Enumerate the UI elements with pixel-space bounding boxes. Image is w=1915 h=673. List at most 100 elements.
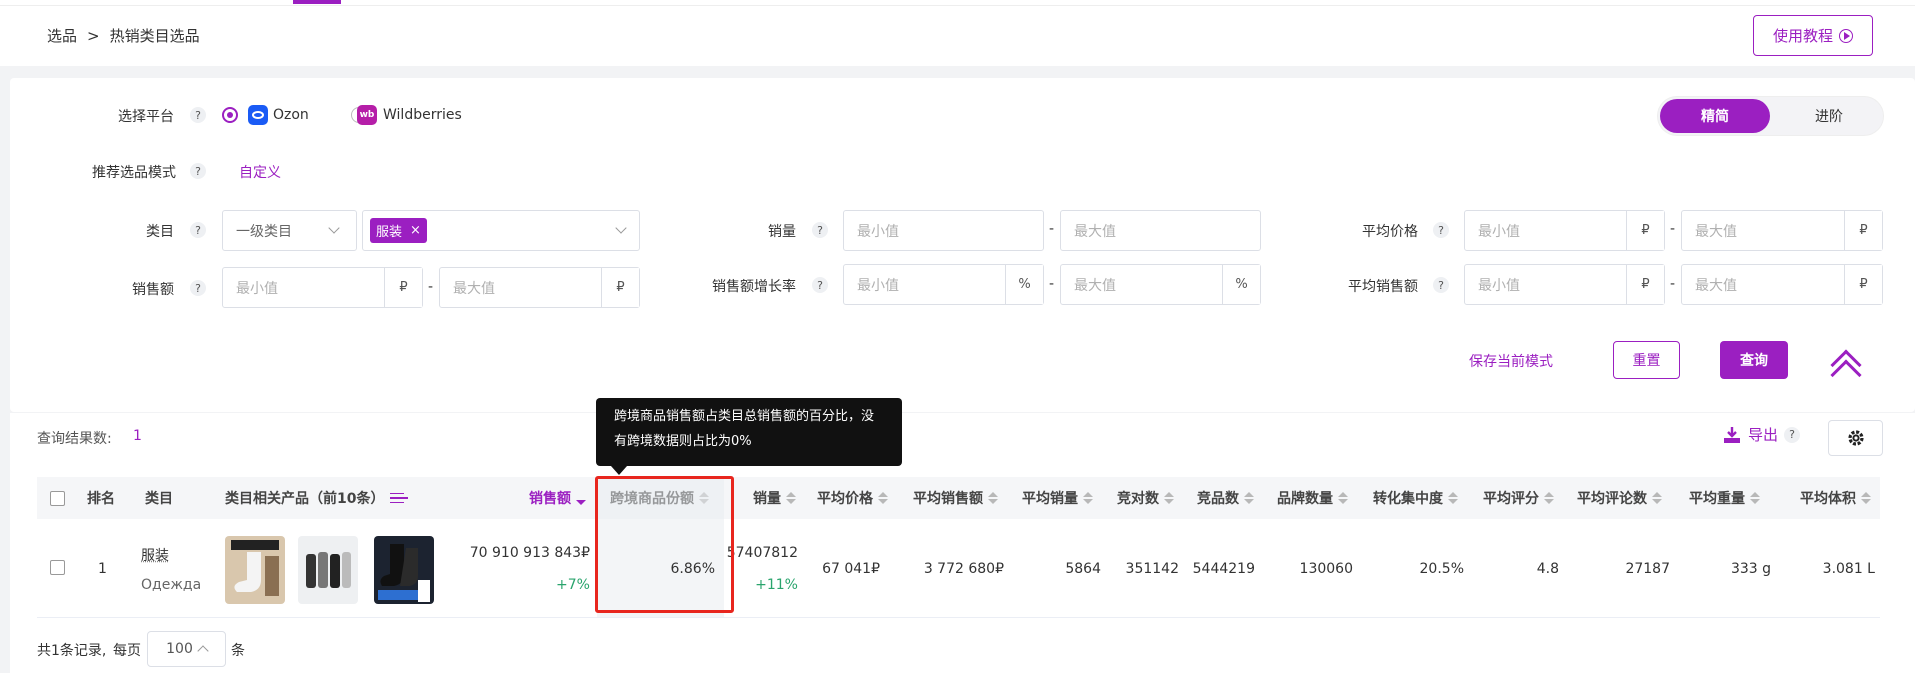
platform-label: 选择平台: [118, 109, 174, 125]
sort-icon[interactable]: [786, 492, 796, 504]
column-avg-volume[interactable]: 平均体积: [1800, 477, 1871, 519]
select-all-checkbox[interactable]: [50, 490, 65, 506]
table-header: 排名 类目 类目相关产品（前10条） 销售额 跨境商品份额 销量 平均价格 平均…: [37, 477, 1880, 519]
sort-icon[interactable]: [1861, 492, 1871, 504]
sort-icon[interactable]: [1544, 492, 1554, 504]
column-rank: 排名: [87, 491, 115, 507]
row-avg-reviews: 27187: [1625, 561, 1670, 577]
mode-custom-link[interactable]: 自定义: [239, 162, 281, 182]
row-category[interactable]: 服装: [141, 545, 169, 565]
column-competing-products[interactable]: 竞品数: [1197, 477, 1254, 519]
query-button[interactable]: 查询: [1720, 341, 1788, 379]
range-dash: -: [1670, 276, 1676, 292]
row-competitors: 351142: [1125, 561, 1179, 577]
sales-amount-min[interactable]: 最小值 ₽: [222, 267, 423, 308]
help-icon[interactable]: ?: [1433, 277, 1449, 293]
product-thumbnail[interactable]: [225, 536, 285, 604]
column-products[interactable]: 类目相关产品（前10条）: [225, 477, 409, 519]
column-avg-price[interactable]: 平均价格: [817, 477, 888, 519]
ozon-logo-icon: [248, 105, 268, 125]
toggle-advanced[interactable]: 进阶: [1775, 99, 1883, 133]
sales-volume-min[interactable]: 最小值: [843, 210, 1044, 251]
chevron-up-icon: [197, 645, 209, 657]
column-avg-weight[interactable]: 平均重量: [1689, 477, 1760, 519]
column-avg-sales-volume[interactable]: 平均销量: [1022, 477, 1093, 519]
category-level-select[interactable]: 一级类目: [222, 210, 357, 251]
help-icon[interactable]: ?: [1433, 222, 1449, 238]
tutorial-button[interactable]: 使用教程: [1753, 15, 1873, 56]
sales-growth-max[interactable]: 最大值%: [1060, 264, 1261, 305]
breadcrumb-root[interactable]: 选品: [47, 27, 77, 45]
toggle-simple[interactable]: 精简: [1660, 99, 1770, 133]
help-icon[interactable]: ?: [190, 107, 206, 123]
sales-amount-label: 销售额: [132, 282, 174, 298]
product-thumbnail[interactable]: [298, 536, 358, 604]
sort-icon[interactable]: [1244, 492, 1254, 504]
chevron-down-icon: [328, 222, 340, 234]
column-category: 类目: [145, 491, 173, 507]
sort-icon[interactable]: [1338, 492, 1348, 504]
avg-price-max[interactable]: 最大值 ₽: [1681, 210, 1883, 251]
sales-growth-label: 销售额增长率: [712, 279, 796, 295]
column-conversion-concentration[interactable]: 转化集中度: [1373, 477, 1458, 519]
help-icon[interactable]: ?: [812, 222, 828, 238]
column-sales-volume[interactable]: 销量: [753, 477, 796, 519]
gear-icon: [1847, 430, 1864, 446]
pager-unit: 条: [231, 643, 245, 659]
column-brands[interactable]: 品牌数量: [1277, 477, 1348, 519]
help-icon[interactable]: ?: [190, 163, 206, 179]
sort-icon[interactable]: [1083, 492, 1093, 504]
sales-volume-label: 销量: [768, 224, 796, 240]
column-sales-amount[interactable]: 销售额: [529, 477, 586, 519]
currency-unit: ₽: [1626, 211, 1664, 250]
tag-close-icon[interactable]: ×: [410, 223, 421, 238]
avg-sales-amount-max[interactable]: 最大值 ₽: [1681, 264, 1883, 305]
view-toggle: 精简 进阶: [1657, 96, 1884, 136]
sort-icon[interactable]: [1750, 492, 1760, 504]
sort-icon[interactable]: [878, 492, 888, 504]
row-divider: [37, 617, 1880, 618]
row-checkbox[interactable]: [50, 560, 65, 575]
help-icon[interactable]: ?: [1784, 426, 1801, 443]
platform-option-ozon[interactable]: Ozon: [273, 107, 309, 123]
column-avg-rating[interactable]: 平均评分: [1483, 477, 1554, 519]
sort-icon[interactable]: [1164, 492, 1174, 504]
page-size-select[interactable]: 100: [147, 631, 226, 667]
row-brands: 130060: [1299, 561, 1353, 577]
category-tag-select[interactable]: 服装 ×: [362, 210, 640, 251]
avg-price-min[interactable]: 最小值 ₽: [1464, 210, 1665, 251]
column-avg-sales-amount[interactable]: 平均销售额: [913, 477, 998, 519]
expand-list-icon[interactable]: [390, 492, 409, 504]
product-image-socks-set: [298, 536, 358, 604]
column-competitors[interactable]: 竞对数: [1117, 477, 1174, 519]
page-header: [0, 6, 1915, 66]
result-count-label: 查询结果数:: [37, 431, 112, 447]
save-mode-link[interactable]: 保存当前模式: [1469, 351, 1553, 371]
help-icon[interactable]: ?: [190, 222, 206, 238]
currency-unit: ₽: [1844, 265, 1882, 304]
collapse-up-icon[interactable]: [1830, 344, 1864, 391]
sort-icon[interactable]: [576, 492, 586, 505]
row-sales-volume-growth: +11%: [755, 577, 798, 593]
row-competing-products: 5444219: [1192, 561, 1255, 577]
sort-icon[interactable]: [988, 492, 998, 504]
product-thumbnail[interactable]: [374, 536, 434, 604]
row-avg-rating: 4.8: [1536, 561, 1559, 577]
reset-button[interactable]: 重置: [1613, 341, 1680, 379]
help-icon[interactable]: ?: [190, 280, 206, 296]
platform-option-wildberries[interactable]: Wildberries: [383, 107, 462, 123]
column-avg-reviews[interactable]: 平均评论数: [1577, 477, 1662, 519]
help-icon[interactable]: ?: [812, 277, 828, 293]
sales-volume-max[interactable]: 最大值: [1060, 210, 1261, 251]
chevron-down-icon: [615, 222, 627, 234]
radio-ozon[interactable]: [222, 107, 238, 123]
table-settings-button[interactable]: [1828, 420, 1883, 456]
row-avg-volume: 3.081 L: [1822, 561, 1875, 577]
export-button[interactable]: 导出 ?: [1722, 424, 1801, 445]
sort-icon[interactable]: [1652, 492, 1662, 504]
sales-amount-max[interactable]: 最大值 ₽: [439, 267, 640, 308]
play-circle-icon: [1839, 28, 1853, 43]
sales-growth-min[interactable]: 最小值%: [843, 264, 1044, 305]
sort-icon[interactable]: [1448, 492, 1458, 504]
avg-sales-amount-min[interactable]: 最小值 ₽: [1464, 264, 1665, 305]
